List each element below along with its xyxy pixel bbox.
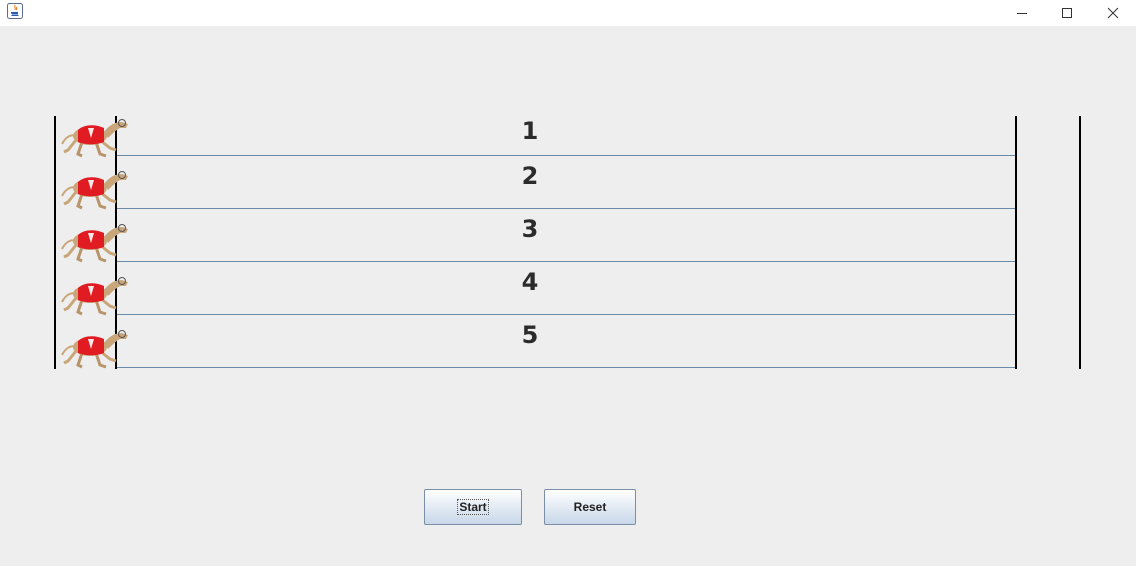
lane-separator (117, 155, 1015, 156)
minimize-icon (1016, 13, 1027, 14)
reset-button[interactable]: Reset (544, 489, 636, 525)
maximize-button[interactable] (1044, 0, 1089, 26)
start-button-label: Start (457, 499, 489, 515)
lane-number: 3 (521, 215, 539, 243)
track-boundary (1079, 116, 1081, 369)
close-icon (1107, 7, 1118, 19)
java-app-icon (7, 3, 23, 19)
greyhound-icon (60, 272, 132, 316)
title-bar (0, 0, 1136, 26)
start-button[interactable]: Start (424, 489, 522, 525)
lane-separator (117, 261, 1015, 262)
lane-separator (117, 314, 1015, 315)
lane-number: 5 (521, 321, 539, 349)
finish-line (1015, 116, 1017, 369)
race-panel: 1 2 3 4 5 Start Reset (0, 26, 1136, 566)
lane-number: 1 (521, 117, 539, 145)
greyhound-icon (60, 114, 132, 158)
lane-number: 2 (521, 162, 539, 190)
lane-separator (117, 208, 1015, 209)
minimize-button[interactable] (999, 0, 1044, 26)
close-button[interactable] (1090, 0, 1135, 26)
lane-separator (117, 367, 1015, 368)
greyhound-icon (60, 325, 132, 369)
start-line-outer (54, 116, 56, 369)
greyhound-icon (60, 166, 132, 210)
maximize-icon (1061, 8, 1072, 18)
lane-number: 4 (521, 268, 539, 296)
greyhound-icon (60, 219, 132, 263)
